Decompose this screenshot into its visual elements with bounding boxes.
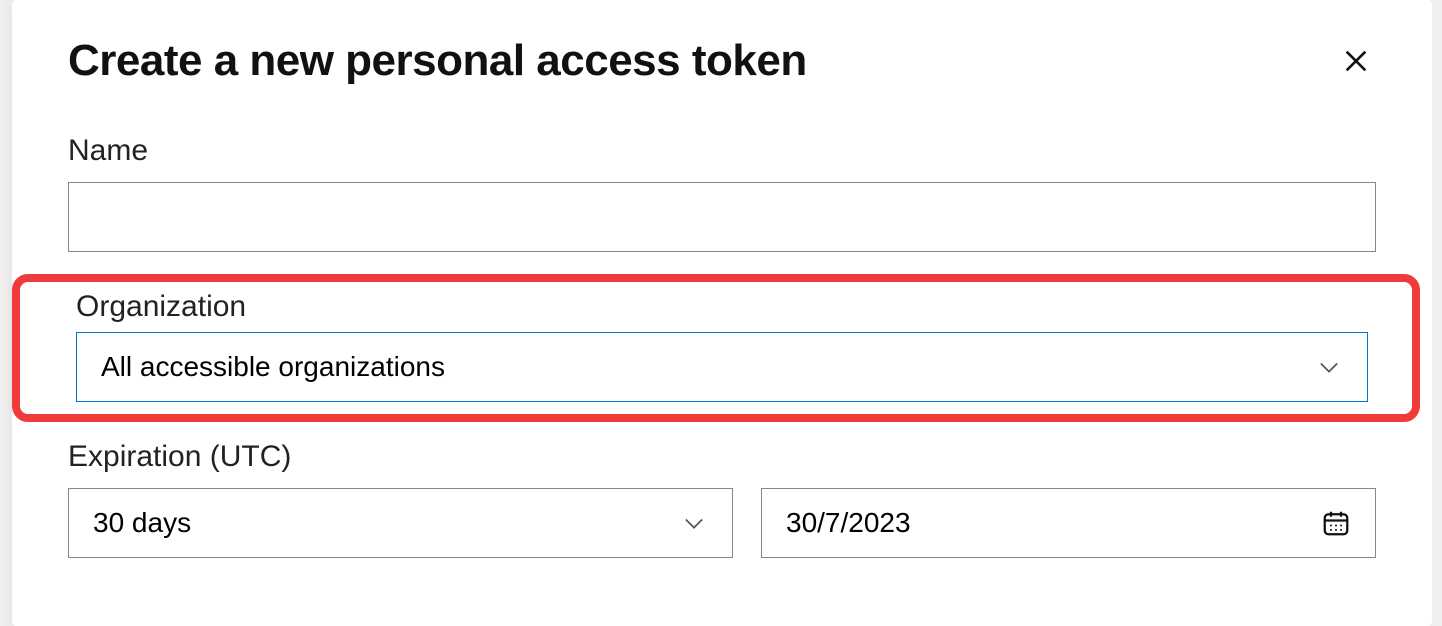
chevron-down-icon (1315, 353, 1343, 381)
expiration-row: 30 days 30/7/2023 (68, 488, 1376, 558)
expiration-duration-value: 30 days (93, 507, 191, 539)
organization-select[interactable]: All accessible organizations (76, 332, 1368, 402)
expiration-field-group: Expiration (UTC) 30 days 30/7/2023 (68, 440, 1376, 558)
expiration-date-input[interactable]: 30/7/2023 (761, 488, 1376, 558)
create-token-dialog: Create a new personal access token Name … (12, 0, 1432, 626)
organization-highlight: Organization All accessible organization… (12, 274, 1420, 422)
name-field-group: Name (68, 134, 1376, 252)
dialog-title: Create a new personal access token (68, 36, 807, 86)
organization-selected-value: All accessible organizations (101, 351, 445, 383)
calendar-icon (1321, 508, 1351, 538)
close-button[interactable] (1336, 41, 1376, 81)
organization-label: Organization (76, 290, 1368, 324)
name-input[interactable] (68, 182, 1376, 252)
chevron-down-icon (680, 509, 708, 537)
name-label: Name (68, 134, 1376, 168)
expiration-date-value: 30/7/2023 (786, 507, 911, 539)
expiration-duration-select[interactable]: 30 days (68, 488, 733, 558)
expiration-label: Expiration (UTC) (68, 440, 1376, 474)
dialog-header: Create a new personal access token (68, 36, 1376, 86)
close-icon (1342, 47, 1370, 75)
